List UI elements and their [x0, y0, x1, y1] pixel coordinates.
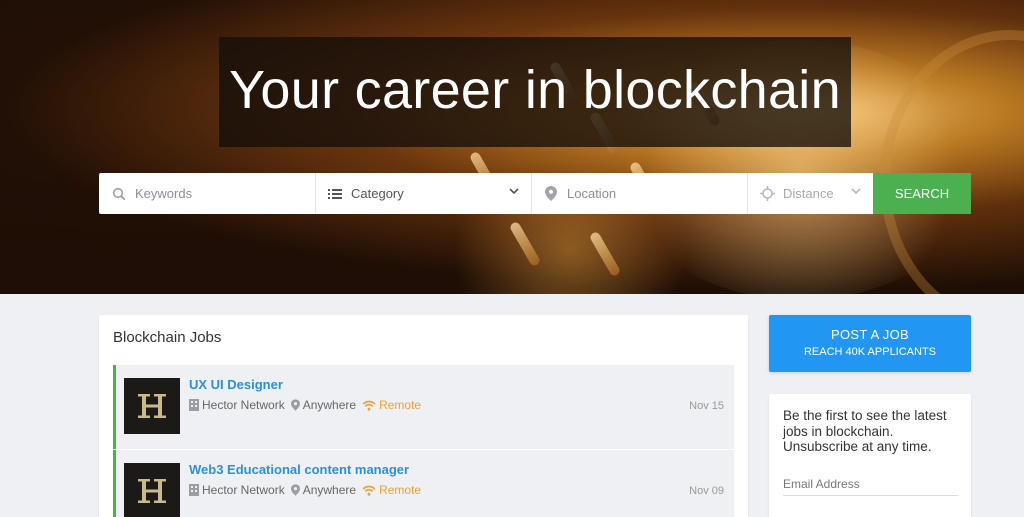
- jobs-panel: Blockchain Jobs UX UI Designer Hector Ne…: [99, 315, 748, 517]
- post-job-sublabel: REACH 40K APPLICANTS: [803, 346, 937, 358]
- company-name: Hector Network: [202, 398, 285, 412]
- newsletter-text: Be the first to see the latest jobs in b…: [783, 408, 947, 454]
- keywords-field[interactable]: Keywords: [111, 173, 311, 214]
- distance-label: Distance: [783, 186, 834, 201]
- divider: [315, 173, 316, 214]
- hero-title: Your career in blockchain: [229, 60, 841, 120]
- company-logo: [124, 378, 180, 434]
- search-icon: [111, 186, 127, 202]
- post-job-button[interactable]: POST A JOB REACH 40K APPLICANTS: [769, 315, 971, 372]
- wifi-icon: [362, 400, 376, 411]
- company-name: Hector Network: [202, 483, 285, 497]
- company-info: Hector Network: [189, 398, 285, 412]
- location-placeholder: Location: [567, 186, 617, 201]
- company-info: Hector Network: [189, 483, 285, 497]
- job-date: Nov 09: [689, 485, 724, 497]
- location-info: Anywhere: [290, 398, 357, 412]
- job-type: Remote: [379, 398, 422, 412]
- chevron-down-icon: [509, 188, 519, 195]
- remote-info: Remote: [362, 398, 421, 412]
- divider: [747, 173, 748, 214]
- search-bar: Keywords Category Location Distance SEAR…: [99, 173, 971, 214]
- post-job-label: POST A JOB: [831, 327, 909, 342]
- category-select[interactable]: Category: [327, 173, 522, 214]
- search-button[interactable]: SEARCH: [873, 173, 971, 214]
- hero-banner: Your career in blockchain Keywords Categ…: [0, 0, 1024, 294]
- job-meta: Hector Network Anywhere Remote: [189, 397, 427, 413]
- wifi-icon: [362, 485, 376, 496]
- email-field[interactable]: [783, 472, 958, 496]
- job-title-link[interactable]: Web3 Educational content manager: [189, 462, 409, 477]
- remote-info: Remote: [362, 483, 421, 497]
- map-pin-icon: [543, 186, 559, 202]
- distance-select[interactable]: Distance: [759, 173, 869, 214]
- job-list-item[interactable]: Web3 Educational content manager Hector …: [113, 450, 734, 517]
- keywords-placeholder: Keywords: [135, 186, 193, 201]
- company-logo: [124, 463, 180, 517]
- divider: [531, 173, 532, 214]
- job-date: Nov 15: [689, 400, 724, 412]
- category-label: Category: [351, 186, 404, 201]
- list-icon: [327, 186, 343, 202]
- location-field[interactable]: Location: [543, 173, 743, 214]
- hero-title-box: Your career in blockchain: [219, 37, 851, 147]
- job-title-link[interactable]: UX UI Designer: [189, 377, 283, 392]
- location-info: Anywhere: [290, 483, 357, 497]
- crosshair-icon: [759, 186, 775, 202]
- job-list-item[interactable]: UX UI Designer Hector Network Anywhere R…: [113, 365, 734, 449]
- building-icon: [189, 484, 199, 496]
- job-location: Anywhere: [302, 483, 357, 497]
- job-location: Anywhere: [302, 398, 357, 412]
- job-type: Remote: [379, 483, 422, 497]
- job-meta: Hector Network Anywhere Remote: [189, 482, 427, 498]
- jobs-section-title: Blockchain Jobs: [113, 329, 222, 346]
- chevron-down-icon: [851, 188, 861, 195]
- building-icon: [189, 399, 199, 411]
- map-pin-icon: [290, 399, 300, 411]
- newsletter-box: Be the first to see the latest jobs in b…: [769, 394, 971, 517]
- map-pin-icon: [290, 484, 300, 496]
